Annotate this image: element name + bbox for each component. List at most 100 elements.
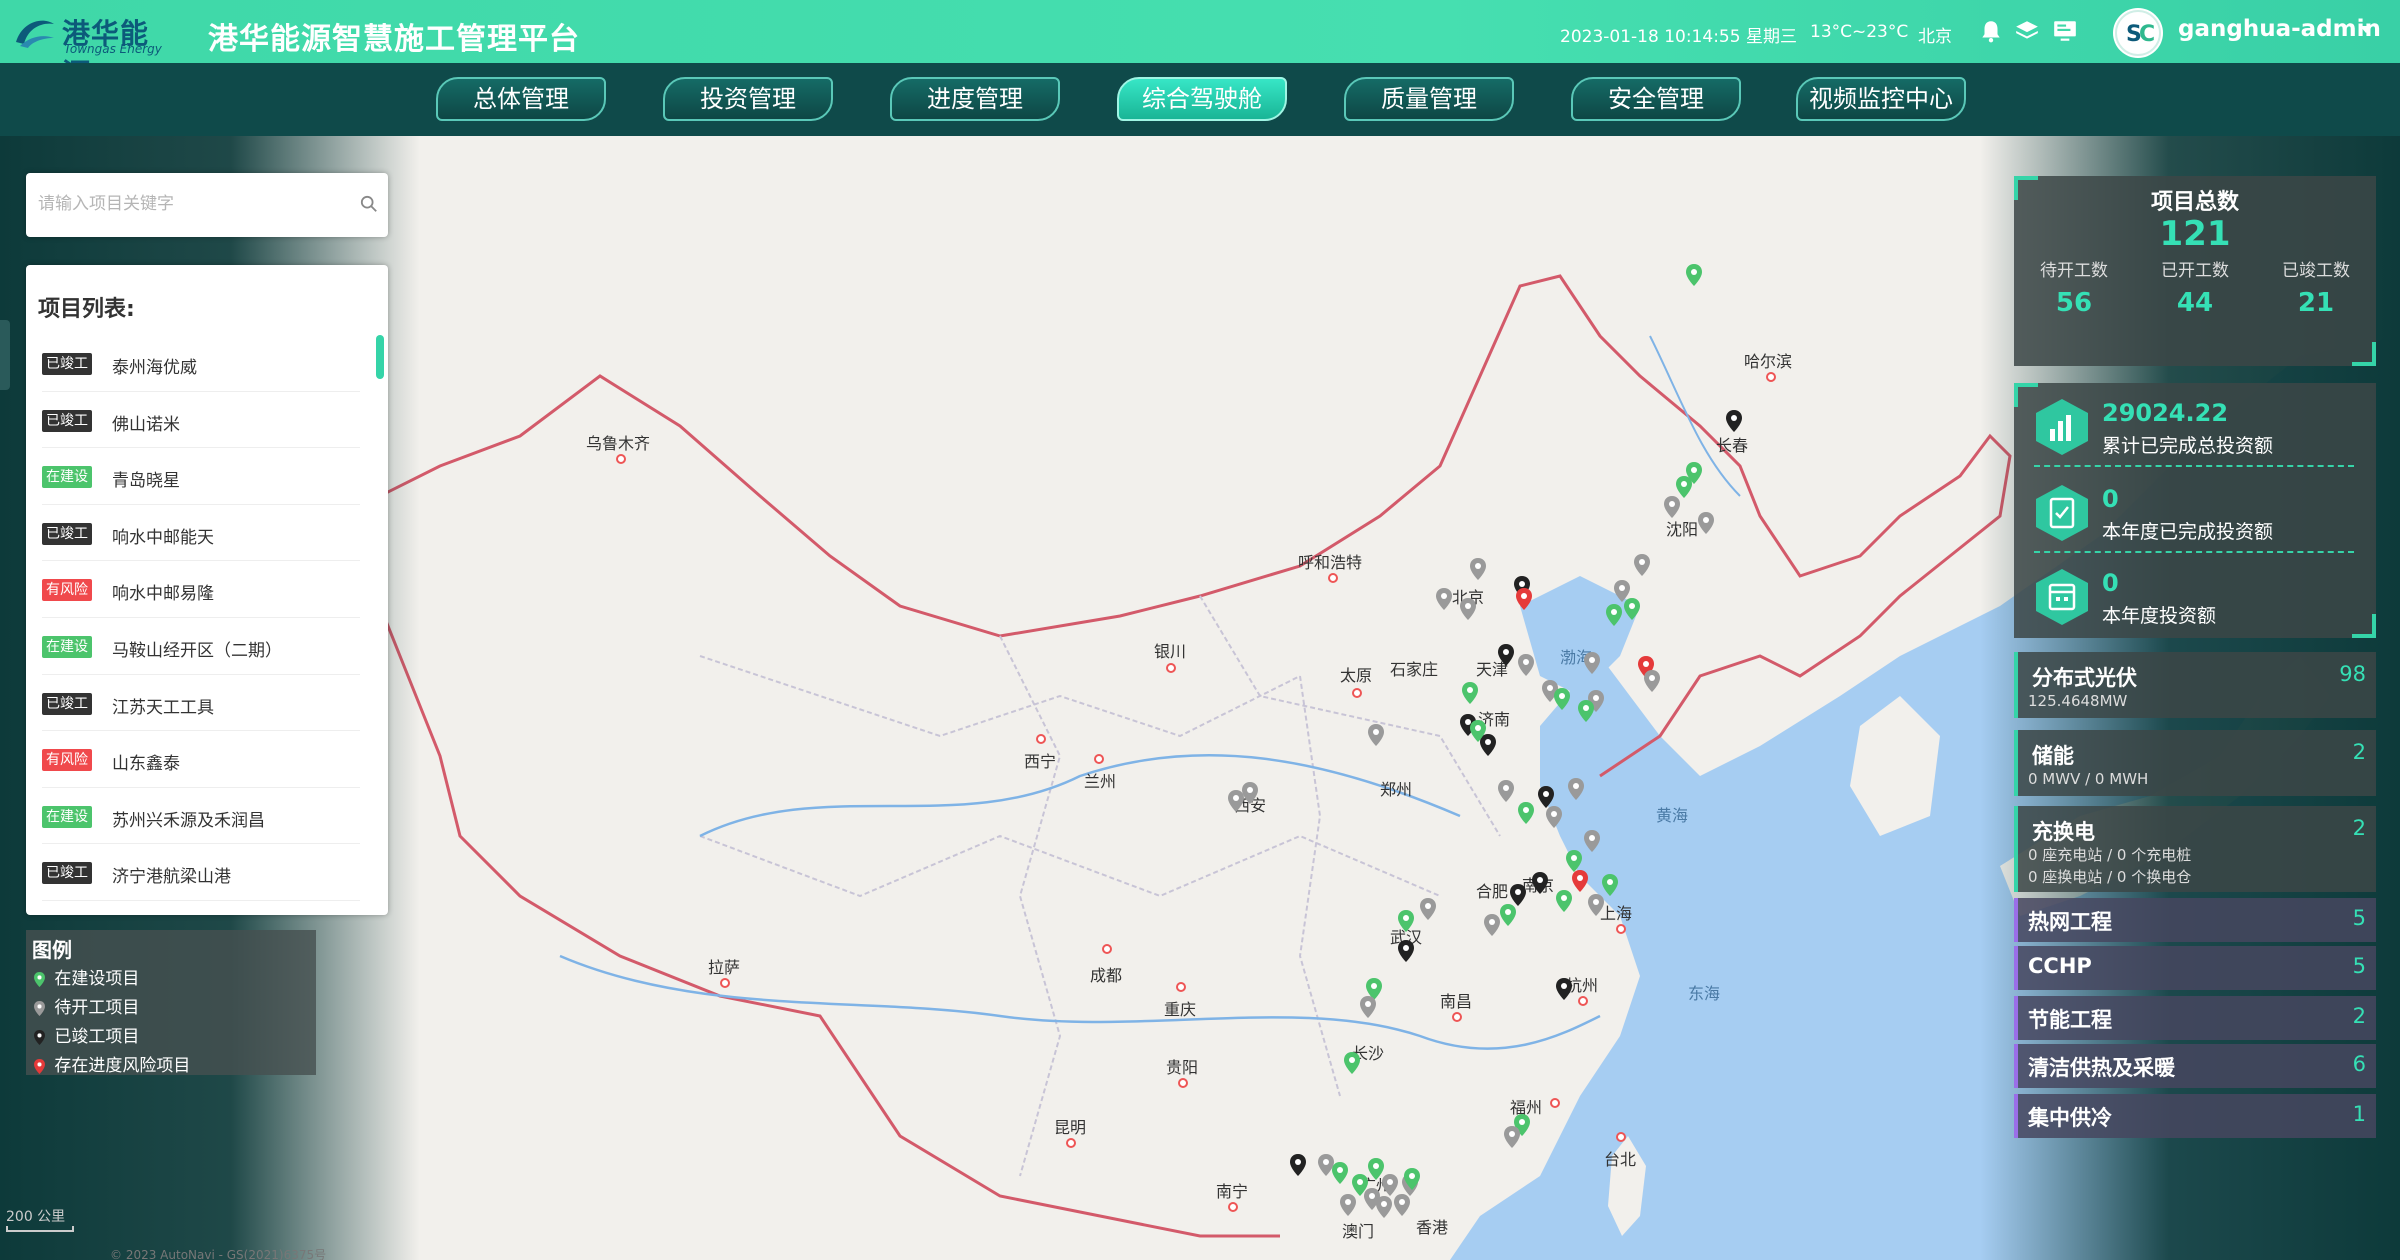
map-pin-icon[interactable]: [1340, 1194, 1356, 1216]
map-pin-icon[interactable]: [1556, 890, 1572, 912]
map-pin-icon[interactable]: [1546, 806, 1562, 828]
map-pin-icon[interactable]: [1484, 914, 1500, 936]
layers-icon[interactable]: [2014, 18, 2040, 44]
company-logo[interactable]: 港华能源 Towngas Energy: [12, 12, 172, 90]
map-pin-icon[interactable]: [1538, 786, 1554, 808]
tab-progress-management[interactable]: 进度管理: [890, 77, 1060, 121]
map-pin-icon[interactable]: [1584, 652, 1600, 674]
map-pin-icon[interactable]: [1420, 898, 1436, 920]
list-item[interactable]: 有风险 响水中邮易隆: [42, 561, 360, 618]
search-icon[interactable]: [360, 195, 378, 213]
map-pin-icon[interactable]: [1510, 884, 1526, 906]
category-clean-heating[interactable]: 清洁供热及采暖 6: [2014, 1044, 2376, 1088]
map-pin-icon[interactable]: [1588, 894, 1604, 916]
map-pin-icon[interactable]: [1664, 496, 1680, 518]
map-pin-icon[interactable]: [1518, 654, 1534, 676]
map-pin-icon[interactable]: [1368, 724, 1384, 746]
map-pin-icon[interactable]: [1398, 940, 1414, 962]
category-count: 2: [2352, 740, 2366, 764]
category-heat-network[interactable]: 热网工程 5: [2014, 898, 2376, 942]
map-pin-icon[interactable]: [1498, 644, 1514, 666]
tab-safety-management[interactable]: 安全管理: [1571, 77, 1741, 121]
map-pin-icon[interactable]: [1360, 996, 1376, 1018]
map-pin-icon[interactable]: [1554, 688, 1570, 710]
list-item[interactable]: 在建设 马鞍山经开区（二期）: [42, 618, 360, 675]
status-badge: 已竣工: [42, 862, 92, 885]
top-header: 港华能源 Towngas Energy 港华能源智慧施工管理平台 2023-01…: [0, 0, 2400, 90]
city-label: 台北: [1604, 1150, 1637, 1169]
category-pv[interactable]: 分布式光伏 98 125.4648MW: [2014, 652, 2376, 718]
map-pin-icon[interactable]: [1686, 264, 1702, 286]
tab-cockpit[interactable]: 综合驾驶舱: [1117, 77, 1287, 121]
tab-overall-management[interactable]: 总体管理: [436, 77, 606, 121]
map-pin-icon[interactable]: [1634, 554, 1650, 576]
list-item[interactable]: 已竣工 济宁港航梁山港: [42, 844, 360, 901]
map-pin-icon[interactable]: [1228, 790, 1244, 812]
category-energy-saving[interactable]: 节能工程 2: [2014, 996, 2376, 1040]
map-pin-icon[interactable]: [1460, 598, 1476, 620]
map-pin-icon[interactable]: [1568, 778, 1584, 800]
map-pin-icon[interactable]: [1462, 682, 1478, 704]
map-pin-icon[interactable]: [1578, 700, 1594, 722]
map-pin-icon[interactable]: [1584, 830, 1600, 852]
category-charging[interactable]: 充换电 2 0 座充电站 / 0 个充电桩 0 座换电站 / 0 个换电仓: [2014, 806, 2376, 892]
list-item[interactable]: 已竣工 响水中邮能天: [42, 505, 360, 562]
list-item[interactable]: 有风险 山东鑫泰: [42, 731, 360, 788]
project-list-scrollbar[interactable]: [376, 335, 384, 379]
list-item[interactable]: 已竣工 泰州海优威: [42, 335, 360, 392]
category-cchp[interactable]: CCHP 5: [2014, 946, 2376, 990]
tab-investment-management[interactable]: 投资管理: [663, 77, 833, 121]
map-pin-icon[interactable]: [1470, 558, 1486, 580]
map-pin-icon[interactable]: [1332, 1162, 1348, 1184]
status-badge: 有风险: [42, 579, 92, 602]
sidebar-collapse-handle[interactable]: [0, 320, 10, 390]
category-storage[interactable]: 储能 2 0 MWV / 0 MWH: [2014, 730, 2376, 796]
map-pin-icon[interactable]: [1624, 598, 1640, 620]
map-pin-icon[interactable]: [1644, 670, 1660, 692]
map-pin-icon[interactable]: [1470, 720, 1486, 742]
map-pin-icon[interactable]: [1504, 1126, 1520, 1148]
map-pin-icon[interactable]: [1404, 1168, 1420, 1190]
map-pin-icon[interactable]: [1290, 1154, 1306, 1176]
map-pin-icon[interactable]: [1376, 1196, 1392, 1218]
header-weather: 13°C~23°C: [1810, 22, 1909, 42]
map-pin-icon[interactable]: [1344, 1052, 1360, 1074]
bell-icon[interactable]: [1978, 18, 2004, 44]
category-central-cooling[interactable]: 集中供冷 1: [2014, 1094, 2376, 1138]
map-pin-icon[interactable]: [1498, 780, 1514, 802]
map-pin-icon[interactable]: [1242, 782, 1258, 804]
map-pin-icon[interactable]: [1518, 802, 1534, 824]
map-pin-icon[interactable]: [1382, 1174, 1398, 1196]
list-item[interactable]: 已竣工 江苏天工工具: [42, 675, 360, 732]
legend-item-construction: 在建设项目: [34, 964, 139, 989]
map-pin-icon[interactable]: [1566, 850, 1582, 872]
map-pin-icon[interactable]: [1394, 1194, 1410, 1216]
city-label: 南昌: [1440, 992, 1473, 1011]
city-marker: [1452, 1012, 1462, 1022]
user-avatar[interactable]: S C: [2113, 8, 2163, 58]
tab-quality-management[interactable]: 质量管理: [1344, 77, 1514, 121]
list-item[interactable]: 已竣工 佛山诺米: [42, 392, 360, 449]
user-menu-chevron-down-icon[interactable]: [2360, 26, 2372, 33]
list-item[interactable]: 在建设 苏州兴禾源及禾润昌: [42, 788, 360, 845]
list-item[interactable]: 在建设 青岛晓星: [42, 448, 360, 505]
map-pin-icon[interactable]: [1436, 588, 1452, 610]
map-pin-icon[interactable]: [1726, 410, 1742, 432]
map-pin-icon[interactable]: [1676, 476, 1692, 498]
map-pin-icon[interactable]: [1500, 904, 1516, 926]
map-pin-icon[interactable]: [1556, 978, 1572, 1000]
screen-icon[interactable]: [2052, 18, 2078, 44]
map-pin-icon[interactable]: [1516, 588, 1532, 610]
map-pin-icon[interactable]: [1532, 872, 1548, 894]
map-pin-icon[interactable]: [1602, 874, 1618, 896]
username[interactable]: ganghua-admin: [2178, 16, 2381, 42]
tab-video-monitoring[interactable]: 视频监控中心: [1796, 77, 1966, 121]
category-count: 98: [2339, 662, 2366, 686]
map-pin-icon[interactable]: [1606, 604, 1622, 626]
search-input[interactable]: [38, 189, 338, 219]
logo-swirl-icon: [16, 20, 54, 48]
map-pin-icon[interactable]: [1698, 512, 1714, 534]
city-label: 沈阳: [1666, 520, 1699, 539]
map-pin-icon[interactable]: [1572, 870, 1588, 892]
map-pin-icon[interactable]: [1398, 910, 1414, 932]
